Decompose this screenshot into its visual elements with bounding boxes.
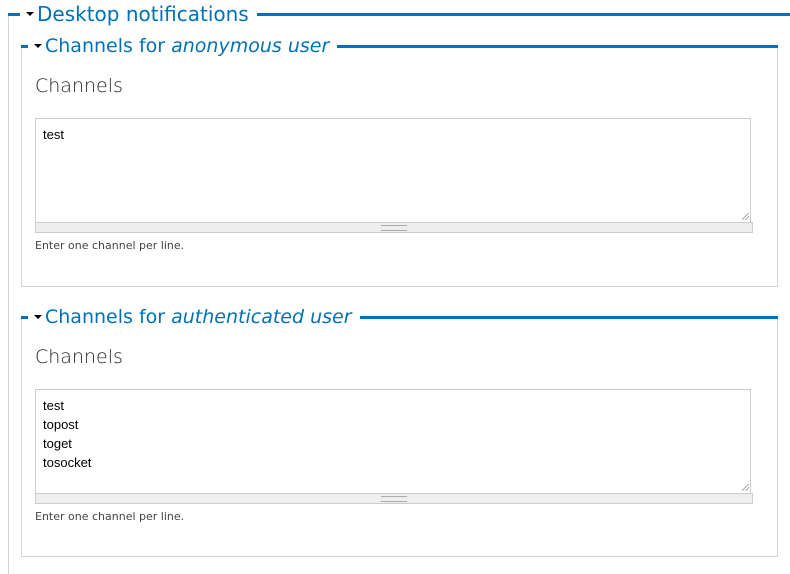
anonymous-fieldset-toggle[interactable]: Channels for anonymous user: [28, 33, 338, 59]
section-title: Desktop notifications: [37, 2, 249, 26]
anonymous-channels-textarea[interactable]: test: [35, 118, 751, 222]
grip-lines-icon: [381, 225, 407, 231]
authenticated-channels-textarea[interactable]: test topost toget tosocket: [35, 389, 751, 493]
collapse-triangle-icon: [34, 315, 42, 319]
grip-lines-icon: [381, 496, 407, 502]
fieldset-title: Channels for authenticated user: [45, 306, 352, 328]
channels-label: Channels: [35, 75, 123, 97]
fieldset-title: Channels for anonymous user: [45, 35, 330, 57]
textarea-grippie[interactable]: [35, 493, 753, 504]
outer-fieldset-border: [8, 14, 9, 574]
anonymous-channels-fieldset: Channels for anonymous user Channels tes…: [21, 33, 778, 287]
authenticated-channels-fieldset: Channels for authenticated user Channels…: [21, 304, 778, 557]
help-text: Enter one channel per line.: [35, 510, 185, 523]
channels-label: Channels: [35, 346, 123, 368]
collapse-triangle-icon: [34, 44, 42, 48]
textarea-grippie[interactable]: [35, 222, 753, 233]
desktop-notifications-toggle[interactable]: Desktop notifications: [20, 1, 257, 27]
authenticated-fieldset-toggle[interactable]: Channels for authenticated user: [28, 304, 360, 330]
help-text: Enter one channel per line.: [35, 239, 185, 252]
collapse-triangle-icon: [26, 12, 34, 16]
